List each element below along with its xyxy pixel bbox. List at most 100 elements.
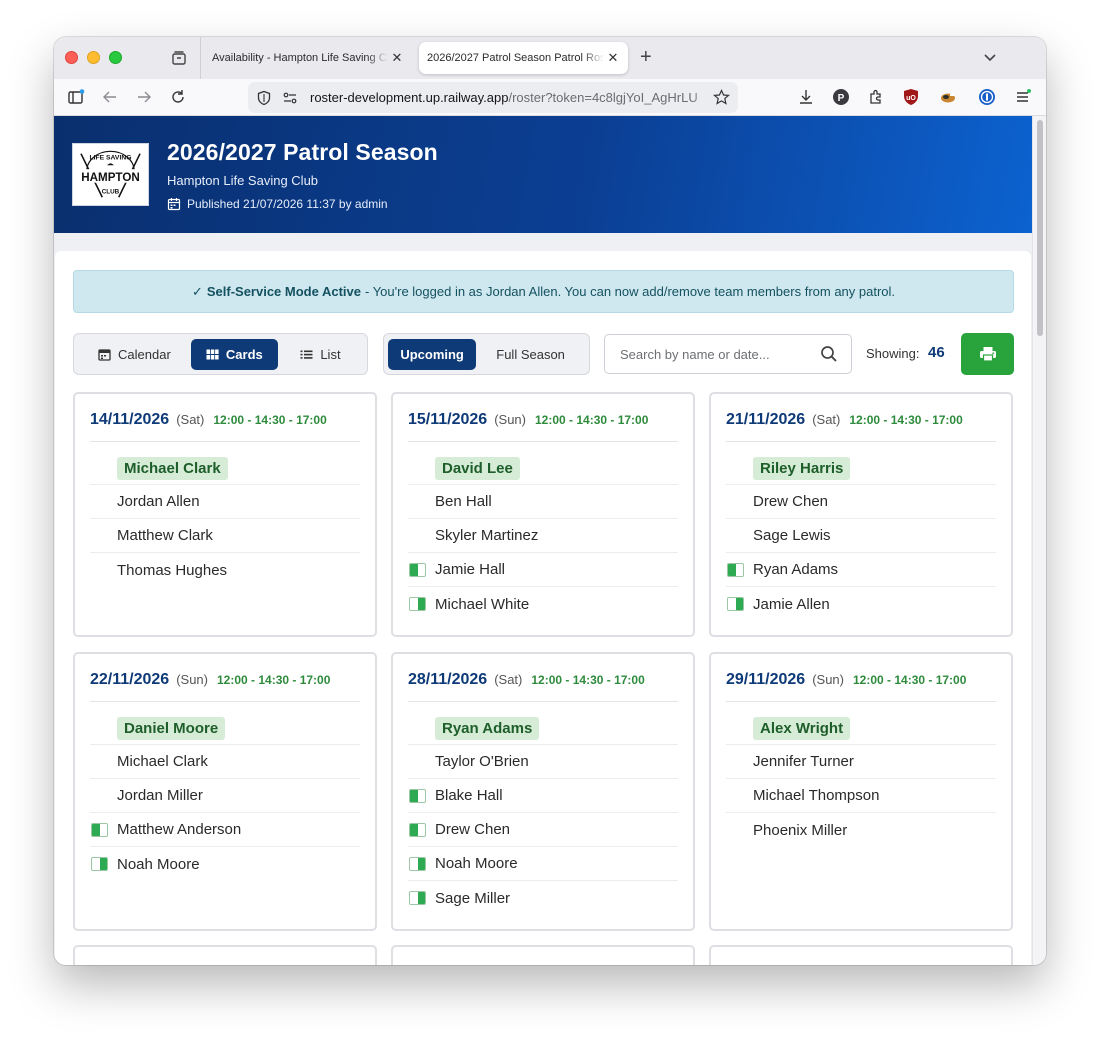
patrol-date: 22/11/2026 [90, 671, 170, 688]
address-bar[interactable]: roster-development.up.railway.app/roster… [248, 82, 738, 113]
extension-animal-icon[interactable] [939, 88, 957, 106]
zoom-window-button[interactable] [109, 51, 122, 64]
patrol-card[interactable]: 22/11/2026 (Sun) 12:00 - 14:30 - 17:00 Dani… [73, 652, 377, 931]
member-row[interactable]: Michael Clark [90, 745, 360, 779]
page-scrollbar[interactable] [1032, 116, 1046, 965]
tab-divider [200, 37, 201, 79]
minimize-window-button[interactable] [87, 51, 100, 64]
sidebar-icon[interactable] [67, 88, 85, 106]
member-name: Michael Thompson [753, 787, 880, 804]
member-row[interactable]: Jamie Hall [408, 553, 678, 587]
club-logo: LIFE SAVING HAMPTON CLUB [72, 143, 149, 206]
upcoming-button[interactable]: Upcoming [388, 338, 477, 370]
close-tab-icon[interactable]: ✕ [390, 50, 404, 66]
member-row[interactable]: Skyler Martinez [408, 519, 678, 553]
member-row[interactable]: Michael Thompson [726, 779, 996, 813]
shift-half-icon [409, 563, 426, 577]
member-row[interactable]: Thomas Hughes [90, 553, 360, 587]
member-name: Jordan Allen [117, 493, 200, 510]
search-icon[interactable] [820, 345, 838, 363]
patrol-card[interactable]: 28/11/2026 (Sat) 12:00 - 14:30 - 17:00 Ryan… [391, 652, 695, 931]
patrol-card[interactable] [709, 945, 1013, 965]
menu-icon[interactable] [1014, 88, 1032, 106]
patrol-card[interactable]: 15/11/2026 (Sun) 12:00 - 14:30 - 17:00 Davi… [391, 392, 695, 637]
browser-window: Availability - Hampton Life Saving Club … [54, 37, 1046, 965]
patrol-card[interactable]: 14/11/2026 (Sat) 12:00 - 14:30 - 17:00 Mich… [73, 392, 377, 637]
close-window-button[interactable] [65, 51, 78, 64]
shift-half-icon [409, 789, 426, 803]
patrol-captain[interactable]: David Lee [408, 453, 678, 485]
member-row[interactable]: Matthew Clark [90, 519, 360, 553]
member-row[interactable]: Phoenix Miller [726, 813, 996, 847]
view-cards-button[interactable]: Cards [190, 338, 278, 370]
extension-p-icon[interactable]: P [832, 88, 850, 106]
reload-icon[interactable] [169, 88, 187, 106]
patrol-captain[interactable]: Ryan Adams [408, 713, 678, 745]
close-tab-icon[interactable]: ✕ [606, 50, 620, 66]
member-row[interactable]: Noah Moore [90, 847, 360, 881]
patrol-captain[interactable]: Alex Wright [726, 713, 996, 745]
tab-bar: Availability - Hampton Life Saving Club … [54, 37, 1046, 79]
patrol-captain[interactable]: Daniel Moore [90, 713, 360, 745]
captain-name: Daniel Moore [117, 717, 226, 740]
member-row[interactable]: Jamie Allen [726, 587, 996, 621]
showing-count: 46 [928, 344, 945, 361]
shift-half-icon [409, 857, 426, 871]
print-button[interactable] [961, 333, 1014, 375]
tab-availability[interactable]: Availability - Hampton Life Saving Club … [204, 42, 412, 74]
ublock-icon[interactable]: uO [902, 88, 920, 106]
new-tab-icon[interactable]: + [640, 47, 652, 67]
patrol-date: 15/11/2026 [408, 411, 488, 428]
member-row[interactable]: Michael White [408, 587, 678, 621]
patrol-captain[interactable]: Riley Harris [726, 453, 996, 485]
view-calendar-button[interactable]: Calendar [78, 339, 191, 370]
patrol-card[interactable]: 29/11/2026 (Sun) 12:00 - 14:30 - 17:00 Alex… [709, 652, 1013, 931]
member-row[interactable]: Jennifer Turner [726, 745, 996, 779]
patrol-card[interactable] [391, 945, 695, 965]
member-row[interactable]: Jordan Miller [90, 779, 360, 813]
member-row[interactable]: Blake Hall [408, 779, 678, 813]
patrol-card-header: 14/11/2026 (Sat) 12:00 - 14:30 - 17:00 [90, 411, 360, 429]
tab-groups-icon[interactable] [170, 49, 188, 67]
patrol-captain[interactable]: Michael Clark [90, 453, 360, 485]
chevron-down-icon[interactable] [982, 49, 998, 65]
member-row[interactable]: Matthew Anderson [90, 813, 360, 847]
member-row[interactable]: Noah Moore [408, 847, 678, 881]
download-icon[interactable] [797, 88, 815, 106]
shield-icon[interactable] [256, 90, 272, 106]
patrol-time: 12:00 - 14:30 - 17:00 [853, 673, 967, 687]
password-manager-icon[interactable] [978, 88, 996, 106]
member-row[interactable]: Jordan Allen [90, 485, 360, 519]
member-row[interactable]: Ryan Adams [726, 553, 996, 587]
member-row[interactable]: Drew Chen [726, 485, 996, 519]
member-row[interactable]: Taylor O'Brien [408, 745, 678, 779]
forward-arrow-icon[interactable] [135, 88, 153, 106]
card-divider [726, 701, 996, 702]
patrol-day: (Sat) [494, 672, 523, 687]
member-name: Matthew Clark [117, 527, 213, 544]
search-input[interactable] [620, 346, 815, 362]
svg-text:CLUB: CLUB [102, 188, 120, 195]
site-permissions-icon[interactable] [282, 90, 298, 106]
back-arrow-icon[interactable] [101, 88, 119, 106]
member-list: Ryan Adams Taylor O'Brien Blake Hall Drew C… [408, 713, 678, 915]
full-season-button[interactable]: Full Season [476, 339, 585, 370]
view-list-button[interactable]: List [278, 339, 363, 370]
grid-icon [206, 349, 219, 359]
showing-label: Showing: [866, 346, 920, 361]
shift-half-icon [91, 857, 108, 871]
roster-header: LIFE SAVING HAMPTON CLUB 2026/2027 Patro… [54, 116, 1032, 233]
scrollbar-thumb[interactable] [1037, 120, 1043, 336]
extensions-puzzle-icon[interactable] [867, 88, 885, 106]
member-row[interactable]: Sage Miller [408, 881, 678, 915]
member-row[interactable]: Ben Hall [408, 485, 678, 519]
view-calendar-label: Calendar [118, 346, 171, 362]
member-row[interactable]: Drew Chen [408, 813, 678, 847]
patrol-card[interactable]: 21/11/2026 (Sat) 12:00 - 14:30 - 17:00 Rile… [709, 392, 1013, 637]
tab-roster[interactable]: 2026/2027 Patrol Season Patrol Roster ✕ [419, 42, 628, 74]
patrol-day: (Sun) [176, 672, 208, 687]
member-name: Michael White [435, 595, 530, 613]
member-row[interactable]: Sage Lewis [726, 519, 996, 553]
bookmark-star-icon[interactable] [713, 89, 730, 106]
patrol-card[interactable] [73, 945, 377, 965]
